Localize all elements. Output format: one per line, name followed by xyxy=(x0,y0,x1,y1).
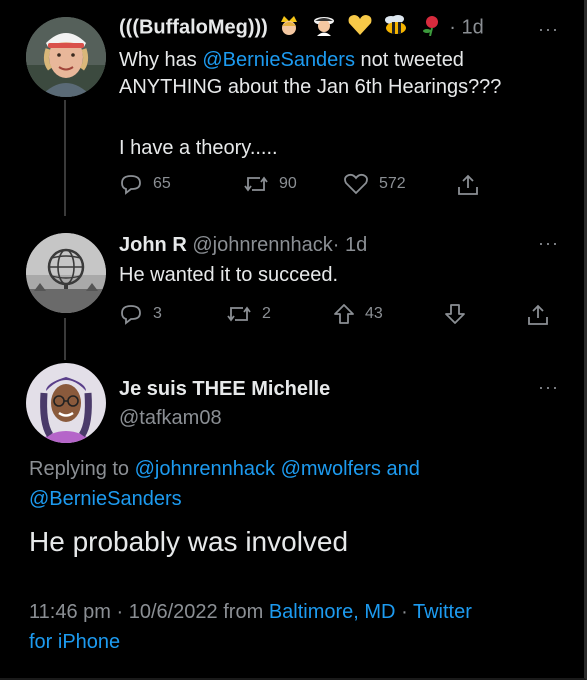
downvote-button[interactable] xyxy=(444,303,466,325)
tweet-text: He wanted it to succeed. xyxy=(119,264,339,286)
tweet-date[interactable]: 10/6/2022 xyxy=(129,601,218,623)
tweet-header: (((BuffaloMeg))) · 1d xyxy=(119,14,484,42)
princess-emoji xyxy=(277,14,301,42)
mention-link[interactable]: @BernieSanders xyxy=(29,488,182,510)
tweet-text-line: I have a theory..... xyxy=(119,137,278,159)
tweet-time[interactable]: 1d xyxy=(345,234,367,256)
reply-count: 65 xyxy=(153,175,171,192)
tweet-text-part: not tweeted xyxy=(354,49,464,71)
display-name[interactable]: (((BuffaloMeg))) xyxy=(119,16,268,38)
reply-count: 3 xyxy=(153,305,162,322)
thread-line xyxy=(64,100,66,216)
tweet-text-part: ANYTHING about the Jan 6th Hearings??? xyxy=(119,76,502,98)
rose-emoji xyxy=(420,14,444,42)
thread-line xyxy=(64,318,66,360)
source-link[interactable]: for iPhone xyxy=(29,631,120,653)
share-button[interactable] xyxy=(526,303,550,327)
like-count: 572 xyxy=(379,175,406,192)
location-link[interactable]: Baltimore, MD xyxy=(269,601,396,623)
tweet-header: John R @johnrennhack· 1d xyxy=(119,233,367,257)
reply-icon xyxy=(121,305,141,325)
like-button[interactable]: 572 xyxy=(343,173,406,195)
retweet-count: 2 xyxy=(262,305,271,322)
bee-emoji xyxy=(382,14,410,42)
tweet-time[interactable]: 11:46 pm xyxy=(29,601,111,623)
reply-button[interactable]: 65 xyxy=(119,173,171,195)
retweet-button[interactable]: 2 xyxy=(226,303,271,325)
dot-separator: · xyxy=(116,601,124,623)
retweet-icon xyxy=(244,176,268,192)
share-icon xyxy=(458,174,478,195)
tweet-text: Why has @BernieSanders not tweeted ANYTH… xyxy=(119,47,559,101)
share-icon xyxy=(528,304,548,325)
dot-separator: · xyxy=(332,234,340,256)
focused-tweet-text: He probably was involved xyxy=(29,526,349,557)
display-name[interactable]: John R xyxy=(119,234,187,256)
mention-link[interactable]: @johnrennhack xyxy=(135,458,275,480)
avatar[interactable] xyxy=(26,233,106,313)
replying-to-label: Replying to xyxy=(29,458,130,480)
dot-separator: · xyxy=(449,16,456,39)
detective-emoji xyxy=(311,14,337,42)
tweet-text-part: Why has xyxy=(119,49,203,71)
replying-to: Replying to @johnrennhack @mwolfers and … xyxy=(29,454,569,514)
display-name[interactable]: Je suis THEE Michelle xyxy=(119,377,330,401)
tweet-time[interactable]: 1d xyxy=(461,16,483,38)
source-link[interactable]: Twitter xyxy=(413,601,472,623)
more-options-icon[interactable]: ··· xyxy=(538,377,559,398)
reply-button[interactable]: 3 xyxy=(119,303,162,325)
heart-icon xyxy=(344,173,368,195)
upvote-arrow-icon xyxy=(334,304,354,324)
more-options-icon[interactable]: ··· xyxy=(538,233,559,254)
reply-icon xyxy=(121,175,141,195)
mention-link[interactable]: @BernieSanders xyxy=(202,49,355,71)
mention-link[interactable]: @mwolfers xyxy=(281,458,381,480)
retweet-icon xyxy=(227,306,251,322)
user-handle[interactable]: @johnrennhack xyxy=(192,234,332,256)
screenshot-frame xyxy=(0,0,587,680)
dot-separator: · xyxy=(401,601,408,623)
more-options-icon[interactable]: ··· xyxy=(538,19,559,40)
user-handle[interactable]: @tafkam08 xyxy=(119,406,222,430)
upvote-button[interactable]: 43 xyxy=(333,303,383,325)
share-button[interactable] xyxy=(456,173,480,197)
avatar[interactable] xyxy=(26,17,106,97)
tweet-metadata: 11:46 pm · 10/6/2022 from Baltimore, MD … xyxy=(29,597,569,657)
retweet-button[interactable]: 90 xyxy=(243,173,297,195)
replying-and: and xyxy=(386,458,420,480)
downvote-arrow-icon xyxy=(445,304,465,324)
upvote-count: 43 xyxy=(365,305,383,322)
from-label: from xyxy=(223,601,264,623)
avatar[interactable] xyxy=(26,363,106,443)
retweet-count: 90 xyxy=(279,175,297,192)
yellow-heart-emoji xyxy=(347,14,373,42)
